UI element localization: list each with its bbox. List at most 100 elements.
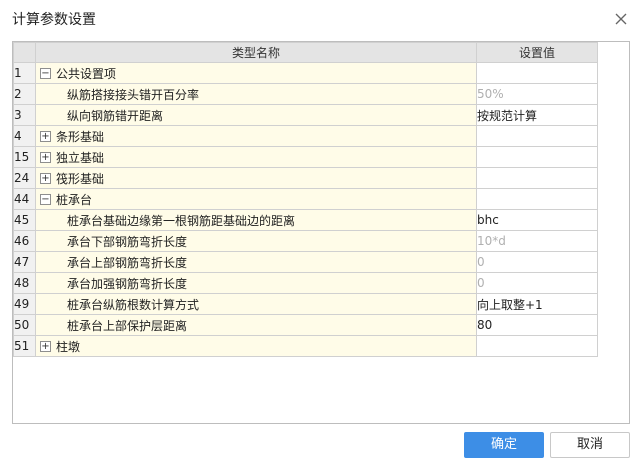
table-row[interactable]: 46 承台下部钢筋弯折长度 10*d	[13, 230, 598, 252]
setting-value-cell[interactable]: 0	[476, 272, 598, 294]
type-name-label: 条形基础	[56, 129, 105, 144]
row-number: 46	[13, 230, 36, 252]
table-row[interactable]: 51 + 柱墩	[13, 335, 598, 357]
row-number: 48	[13, 272, 36, 294]
type-name-label: 独立基础	[56, 150, 105, 165]
type-name-label: 承台上部钢筋弯折长度	[67, 255, 188, 270]
type-name-cell[interactable]: + 条形基础	[35, 125, 477, 147]
expand-icon[interactable]: +	[40, 340, 51, 352]
table-row[interactable]: 24 + 筏形基础	[13, 167, 598, 189]
grid-header-row: 类型名称 设置值	[13, 42, 598, 63]
ok-button[interactable]: 确定	[464, 432, 544, 458]
type-name-cell[interactable]: 纵向钢筋错开距离	[35, 104, 477, 126]
type-name-content: + 筏形基础	[37, 169, 476, 188]
table-row[interactable]: 15 + 独立基础	[13, 146, 598, 168]
setting-value-cell[interactable]	[476, 125, 598, 147]
expand-icon[interactable]: +	[40, 151, 51, 163]
row-number: 50	[13, 314, 36, 336]
table-row[interactable]: 47 承台上部钢筋弯折长度 0	[13, 251, 598, 273]
type-name-cell[interactable]: 纵筋搭接接头错开百分率	[35, 83, 477, 105]
type-name-content: − 公共设置项	[37, 64, 476, 83]
type-name-label: 筏形基础	[56, 171, 105, 186]
collapse-icon[interactable]: −	[40, 193, 51, 205]
row-number: 2	[13, 83, 36, 105]
type-name-label: 承台加强钢筋弯折长度	[67, 276, 188, 291]
type-name-cell[interactable]: 桩承台上部保护层距离	[35, 314, 477, 336]
setting-value-cell[interactable]: 0	[476, 251, 598, 273]
type-name-label: 桩承台	[56, 192, 93, 207]
table-row[interactable]: 49 桩承台纵筋根数计算方式 向上取整+1	[13, 293, 598, 315]
row-number: 4	[13, 125, 36, 147]
row-number: 45	[13, 209, 36, 231]
collapse-icon[interactable]: −	[40, 67, 51, 79]
type-name-cell[interactable]: + 独立基础	[35, 146, 477, 168]
type-name-label: 承台下部钢筋弯折长度	[67, 234, 188, 249]
type-name-cell[interactable]: 承台加强钢筋弯折长度	[35, 272, 477, 294]
row-number: 44	[13, 188, 36, 210]
setting-value-cell[interactable]: bhc	[476, 209, 598, 231]
type-name-label: 桩承台上部保护层距离	[67, 318, 188, 333]
row-number: 15	[13, 146, 36, 168]
table-row[interactable]: 45 桩承台基础边缘第一根钢筋距基础边的距离 bhc	[13, 209, 598, 231]
type-name-label: 纵筋搭接接头错开百分率	[67, 87, 200, 102]
type-name-content: 承台下部钢筋弯折长度	[37, 232, 476, 251]
type-name-content: 承台加强钢筋弯折长度	[37, 274, 476, 293]
type-name-label: 桩承台纵筋根数计算方式	[67, 297, 200, 312]
type-name-content: + 柱墩	[37, 337, 476, 356]
row-number-header	[13, 42, 36, 63]
table-row[interactable]: 2 纵筋搭接接头错开百分率 50%	[13, 83, 598, 105]
row-number: 1	[13, 62, 36, 84]
row-number: 3	[13, 104, 36, 126]
type-name-cell[interactable]: − 桩承台	[35, 188, 477, 210]
setting-value-cell[interactable]	[476, 62, 598, 84]
type-name-cell[interactable]: 承台下部钢筋弯折长度	[35, 230, 477, 252]
row-number: 49	[13, 293, 36, 315]
type-name-content: 桩承台基础边缘第一根钢筋距基础边的距离	[37, 211, 476, 230]
type-name-content: 纵向钢筋错开距离	[37, 106, 476, 125]
table-row[interactable]: 50 桩承台上部保护层距离 80	[13, 314, 598, 336]
settings-grid-panel: 类型名称 设置值 1− 公共设置项 2 纵筋搭接接头错开百分率 50% 3 纵向钢筋错开距离…	[12, 41, 630, 424]
row-number: 47	[13, 251, 36, 273]
type-name-cell[interactable]: − 公共设置项	[35, 62, 477, 84]
type-name-header[interactable]: 类型名称	[35, 42, 477, 63]
setting-value-cell[interactable]: 按规范计算	[476, 104, 598, 126]
dialog-title: 计算参数设置	[12, 12, 96, 28]
setting-value-cell[interactable]: 50%	[476, 83, 598, 105]
type-name-content: 桩承台纵筋根数计算方式	[37, 295, 476, 314]
type-name-content: 桩承台上部保护层距离	[37, 316, 476, 335]
table-row[interactable]: 48 承台加强钢筋弯折长度 0	[13, 272, 598, 294]
setting-value-cell[interactable]: 80	[476, 314, 598, 336]
row-number: 51	[13, 335, 36, 357]
type-name-cell[interactable]: 桩承台纵筋根数计算方式	[35, 293, 477, 315]
type-name-cell[interactable]: 桩承台基础边缘第一根钢筋距基础边的距离	[35, 209, 477, 231]
type-name-cell[interactable]: 承台上部钢筋弯折长度	[35, 251, 477, 273]
type-name-label: 桩承台基础边缘第一根钢筋距基础边的距离	[67, 213, 296, 228]
dialog-window: 计算参数设置 类型名称 设置值 1− 公共设置项 2 纵筋搭接接头错开百分率 50% 3 纵…	[0, 0, 642, 470]
table-row[interactable]: 4 + 条形基础	[13, 125, 598, 147]
type-name-content: + 条形基础	[37, 127, 476, 146]
expand-icon[interactable]: +	[40, 130, 51, 142]
type-name-content: 纵筋搭接接头错开百分率	[37, 85, 476, 104]
type-name-content: 承台上部钢筋弯折长度	[37, 253, 476, 272]
grid-body: 1− 公共设置项 2 纵筋搭接接头错开百分率 50% 3 纵向钢筋错开距离 按规范计算 4 + 条形…	[13, 62, 598, 357]
table-row[interactable]: 3 纵向钢筋错开距离 按规范计算	[13, 104, 598, 126]
type-name-label: 公共设置项	[56, 66, 117, 81]
type-name-label: 纵向钢筋错开距离	[67, 108, 164, 123]
close-icon[interactable]	[613, 11, 629, 27]
setting-value-cell[interactable]	[476, 146, 598, 168]
setting-value-cell[interactable]	[476, 188, 598, 210]
table-row[interactable]: 44− 桩承台	[13, 188, 598, 210]
type-name-cell[interactable]: + 柱墩	[35, 335, 477, 357]
settings-grid: 类型名称 设置值 1− 公共设置项 2 纵筋搭接接头错开百分率 50% 3 纵向钢筋错开距离…	[13, 42, 598, 357]
setting-value-cell[interactable]: 10*d	[476, 230, 598, 252]
table-row[interactable]: 1− 公共设置项	[13, 62, 598, 84]
expand-icon[interactable]: +	[40, 172, 51, 184]
setting-value-cell[interactable]	[476, 335, 598, 357]
setting-value-cell[interactable]: 向上取整+1	[476, 293, 598, 315]
cancel-button[interactable]: 取消	[550, 432, 630, 458]
type-name-cell[interactable]: + 筏形基础	[35, 167, 477, 189]
type-name-content: + 独立基础	[37, 148, 476, 167]
setting-value-header[interactable]: 设置值	[476, 42, 598, 63]
type-name-content: − 桩承台	[37, 190, 476, 209]
setting-value-cell[interactable]	[476, 167, 598, 189]
